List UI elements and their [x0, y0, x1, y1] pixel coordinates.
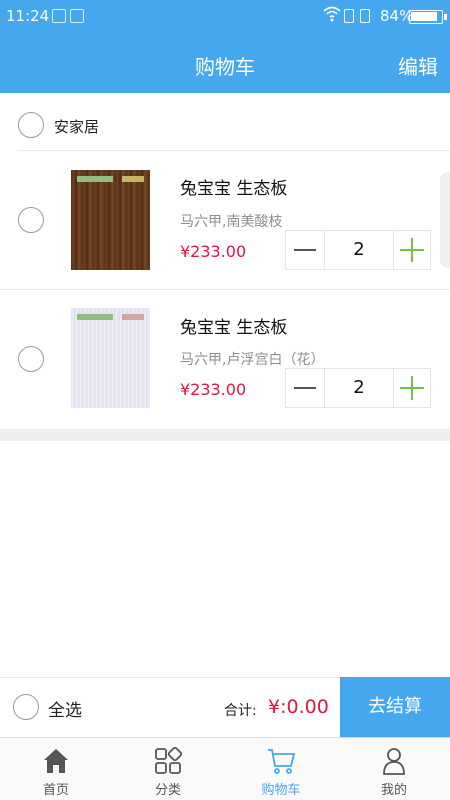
page-title: 购物车 [195, 55, 255, 79]
product-name[interactable]: 兔宝宝 生态板 [180, 313, 287, 338]
store-row: 安家居 [0, 100, 450, 150]
tab-label: 我的 [380, 783, 407, 798]
tab-cart[interactable]: 购物车 [225, 738, 337, 800]
quantity-stepper: 2 [285, 368, 431, 408]
usb-icon [70, 9, 84, 23]
edit-button[interactable]: 编辑 [398, 51, 438, 80]
notification-icon [52, 9, 66, 23]
tab-profile[interactable]: 我的 [338, 738, 450, 800]
status-time: 11:24 [6, 7, 50, 25]
sim1-icon [344, 9, 354, 23]
product-image[interactable] [71, 170, 150, 270]
scroll-handle[interactable] [440, 172, 450, 268]
label-sticker [122, 314, 144, 320]
product-price: ¥233.00 [180, 242, 247, 261]
tab-label: 分类 [154, 783, 181, 798]
wifi-icon [323, 6, 341, 26]
total-value: ¥:0.00 [268, 696, 329, 718]
label-sticker [77, 314, 113, 320]
user-icon [379, 746, 409, 776]
decrease-button[interactable] [286, 231, 324, 269]
store-name: 安家居 [54, 118, 100, 136]
tab-category[interactable]: 分类 [112, 738, 224, 800]
home-icon [41, 746, 71, 776]
select-all-label[interactable]: 全选 [48, 696, 82, 721]
product-spec: 马六甲,南美酸枝 [180, 214, 283, 230]
app-header: 购物车 编辑 [0, 32, 450, 93]
checkout-bar: 全选 合计: ¥:0.00 去结算 [0, 677, 450, 738]
increase-button[interactable] [394, 369, 430, 407]
product-spec: 马六甲,卢浮宫白（花） [180, 352, 325, 368]
category-icon [153, 746, 183, 776]
quantity-value[interactable]: 2 [324, 369, 394, 407]
item-select-radio[interactable] [18, 346, 44, 372]
quantity-value[interactable]: 2 [324, 231, 394, 269]
status-bar: 11:24 84% [0, 0, 450, 32]
sim2-icon [360, 9, 370, 23]
store-select-radio[interactable] [18, 112, 44, 138]
quantity-stepper: 2 [285, 230, 431, 270]
checkout-button[interactable]: 去结算 [340, 677, 450, 738]
total-label: 合计: [224, 703, 257, 719]
bottom-tab-bar: 首页 分类 购物车 我的 [0, 737, 450, 800]
cart-item: 兔宝宝 生态板 马六甲,南美酸枝 ¥233.00 2 [0, 151, 450, 289]
product-price: ¥233.00 [180, 380, 247, 399]
tab-home[interactable]: 首页 [0, 738, 112, 800]
section-separator [0, 429, 450, 441]
tab-label: 购物车 [261, 783, 301, 798]
label-sticker [77, 176, 113, 182]
cart-item: 兔宝宝 生态板 马六甲,卢浮宫白（花） ¥233.00 2 [0, 290, 450, 428]
item-select-radio[interactable] [18, 207, 44, 233]
select-all-radio[interactable] [13, 694, 39, 720]
cart-icon [266, 746, 296, 776]
label-sticker [122, 176, 144, 182]
product-name[interactable]: 兔宝宝 生态板 [180, 174, 287, 199]
decrease-button[interactable] [286, 369, 324, 407]
product-image[interactable] [71, 308, 150, 408]
battery-icon [409, 10, 447, 24]
increase-button[interactable] [394, 231, 430, 269]
tab-label: 首页 [42, 783, 69, 798]
